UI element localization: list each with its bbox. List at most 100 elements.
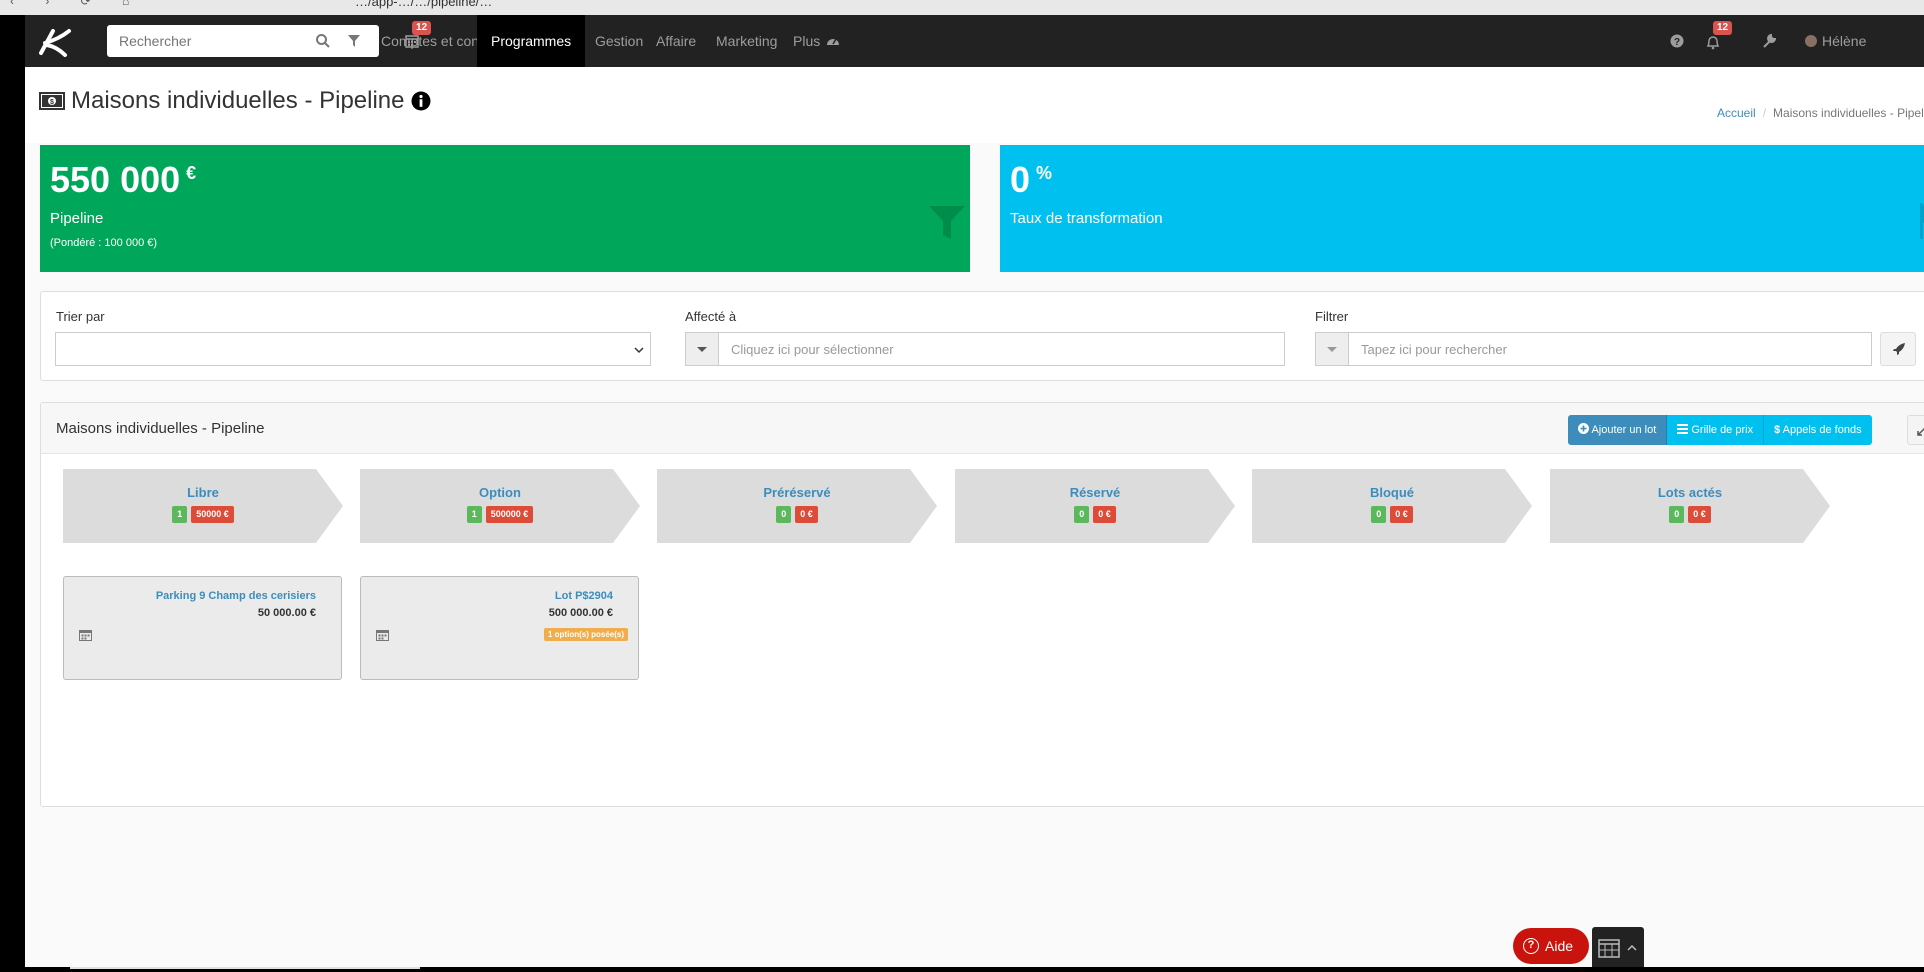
- page-title-text: Maisons individuelles - Pipeline: [71, 87, 405, 114]
- browser-toolbar: ‹ › ⟳ ⌂ …/app-…/…/pipeline/…: [0, 0, 1924, 15]
- browser-nav-icons[interactable]: ‹ › ⟳ ⌂: [10, 0, 143, 8]
- user-menu[interactable]: Hélène DURAND: [1822, 15, 1924, 101]
- expand-icon: [1917, 424, 1924, 436]
- app-window: 12 Comptes et contacts Programmes Gestio…: [25, 15, 1924, 967]
- global-search: [107, 25, 379, 57]
- stage-amount-badge: 0 €: [795, 506, 818, 523]
- page-title: $ Maisons individuelles - Pipeline: [39, 87, 431, 115]
- filter-icon: [929, 206, 965, 239]
- assigned-dropdown-toggle[interactable]: [685, 332, 719, 366]
- stage-amount-badge: 0 €: [1390, 506, 1413, 523]
- transformation-label: Taux de transformation: [1010, 210, 1163, 227]
- stage-badges: 00 €: [1252, 506, 1532, 523]
- breadcrumb-home[interactable]: Accueil: [1717, 106, 1756, 120]
- breadcrumb-current: Maisons individuelles - Pipeline: [1773, 106, 1924, 120]
- svg-text:$: $: [50, 99, 54, 106]
- add-lot-label: Ajouter un lot: [1591, 424, 1657, 436]
- calendar-icon: [1598, 939, 1620, 958]
- pipeline-weighted: (Pondéré : 100 000 €): [50, 237, 158, 249]
- info-icon[interactable]: [411, 91, 431, 111]
- notifications-badge: 12: [1713, 21, 1733, 35]
- fund-calls-button[interactable]: $ Appels de fonds: [1763, 415, 1872, 445]
- help-button[interactable]: ? Aide: [1513, 928, 1589, 964]
- nav-programmes[interactable]: Programmes: [477, 15, 586, 67]
- stage-amount-badge: 0 €: [1093, 506, 1116, 523]
- transformation-value: 0%: [1010, 159, 1052, 201]
- lot-card[interactable]: Parking 9 Champ des cerisiers 50 000.00 …: [63, 576, 342, 680]
- transformation-stat-box: 0% Taux de transformation: [1000, 145, 1924, 272]
- search-go-button[interactable]: [1880, 332, 1916, 366]
- lot-card[interactable]: Lot P$2904 500 000.00 € 1 option(s) posé…: [360, 576, 639, 680]
- dollar-icon: $: [1774, 424, 1781, 436]
- sort-label: Trier par: [56, 309, 105, 324]
- stage-count-badge: 0: [776, 506, 792, 523]
- stage-name: Option: [479, 485, 521, 500]
- pipeline-value: 550 000 €: [50, 159, 196, 201]
- filter-icon[interactable]: [347, 34, 361, 48]
- price-grid-label: Grille de prix: [1691, 424, 1754, 436]
- pipeline-amount: 550 000: [50, 159, 181, 200]
- stage-name: Bloqué: [1369, 485, 1415, 500]
- stage-count-badge: 0: [1074, 506, 1090, 523]
- pipeline-unit: €: [186, 163, 197, 183]
- stage-amount-badge: 500000 €: [485, 506, 534, 523]
- user-avatar[interactable]: [1805, 35, 1817, 47]
- caret-down-icon: [697, 347, 707, 352]
- money-icon: $: [39, 92, 65, 110]
- bottom-scroll-indicator: [70, 967, 420, 969]
- stage-lots-actes[interactable]: Lots actés 00 €: [1550, 469, 1830, 543]
- stage-count-badge: 0: [1371, 506, 1387, 523]
- stage-name: Libre: [187, 485, 219, 500]
- stage-count-badge: 0: [1669, 506, 1685, 523]
- lot-card-title[interactable]: Lot P$2904: [555, 590, 613, 602]
- stage-bloque[interactable]: Bloqué 00 €: [1252, 469, 1532, 543]
- stage-option[interactable]: Option 1 500000 €: [360, 469, 640, 543]
- add-lot-button[interactable]: Ajouter un lot: [1568, 415, 1668, 445]
- transformation-unit: %: [1036, 163, 1053, 183]
- help-icon[interactable]: ?: [1669, 33, 1685, 49]
- pipeline-label: Pipeline: [50, 210, 104, 227]
- stage-badges: 1 50000 €: [63, 506, 343, 523]
- stage-name: Lots actés: [1657, 485, 1723, 500]
- breadcrumb-separator: /: [1762, 106, 1767, 120]
- filter-search-input[interactable]: Tapez ici pour rechercher: [1348, 332, 1872, 366]
- board-actions: Ajouter un lot Grille de prix $ Appels d…: [1568, 415, 1872, 445]
- wrench-icon[interactable]: [1761, 33, 1777, 49]
- breadcrumb: Accueil / Maisons individuelles - Pipeline: [1717, 106, 1924, 120]
- search-icon[interactable]: [315, 33, 331, 49]
- nav-affaire[interactable]: Affaire: [642, 15, 710, 67]
- assigned-label: Affecté à: [685, 309, 737, 324]
- price-grid-button[interactable]: Grille de prix: [1667, 415, 1764, 445]
- chevron-down-icon: [634, 347, 644, 354]
- notifications-button[interactable]: 12: [1705, 21, 1733, 53]
- calendar-icon[interactable]: [79, 629, 92, 641]
- question-circle-icon: ?: [1523, 938, 1539, 954]
- lot-card-title[interactable]: Parking 9 Champ des cerisiers: [156, 590, 316, 602]
- plus-circle-icon: [1578, 423, 1589, 434]
- help-button-label: Aide: [1545, 938, 1574, 954]
- search-input[interactable]: [107, 25, 307, 57]
- calendar-widget-toggle[interactable]: [1592, 927, 1644, 967]
- assigned-select[interactable]: Cliquez ici pour sélectionner: [718, 332, 1285, 366]
- stage-badges: 1 500000 €: [360, 506, 640, 523]
- stage-badges: 00 €: [955, 506, 1235, 523]
- stage-amount-badge: 0 €: [1688, 506, 1711, 523]
- calendar-icon[interactable]: [376, 629, 389, 641]
- filter-panel: Trier par Affecté à Cliquez ici pour sél…: [40, 291, 1924, 381]
- expand-button[interactable]: [1907, 415, 1924, 445]
- stage-reserve[interactable]: Réservé 00 €: [955, 469, 1235, 543]
- stage-badges: 00 €: [1550, 506, 1830, 523]
- lot-card-price: 50 000.00 €: [257, 607, 316, 619]
- lot-card-price: 500 000.00 €: [548, 607, 613, 619]
- brand-logo-icon[interactable]: [35, 25, 79, 57]
- browser-url[interactable]: …/app-…/…/pipeline/…: [355, 0, 492, 9]
- filter-dropdown-toggle[interactable]: [1315, 332, 1349, 366]
- sort-select[interactable]: [55, 332, 651, 366]
- option-status-badge: 1 option(s) posée(s): [543, 628, 628, 641]
- assigned-placeholder: Cliquez ici pour sélectionner: [731, 342, 894, 357]
- rocket-icon: [1893, 343, 1905, 355]
- dashboard-icon[interactable]: [825, 33, 841, 49]
- stage-prereserve[interactable]: Préréservé 00 €: [657, 469, 937, 543]
- fund-calls-label: Appels de fonds: [1782, 424, 1862, 436]
- stage-libre[interactable]: Libre 1 50000 €: [63, 469, 343, 543]
